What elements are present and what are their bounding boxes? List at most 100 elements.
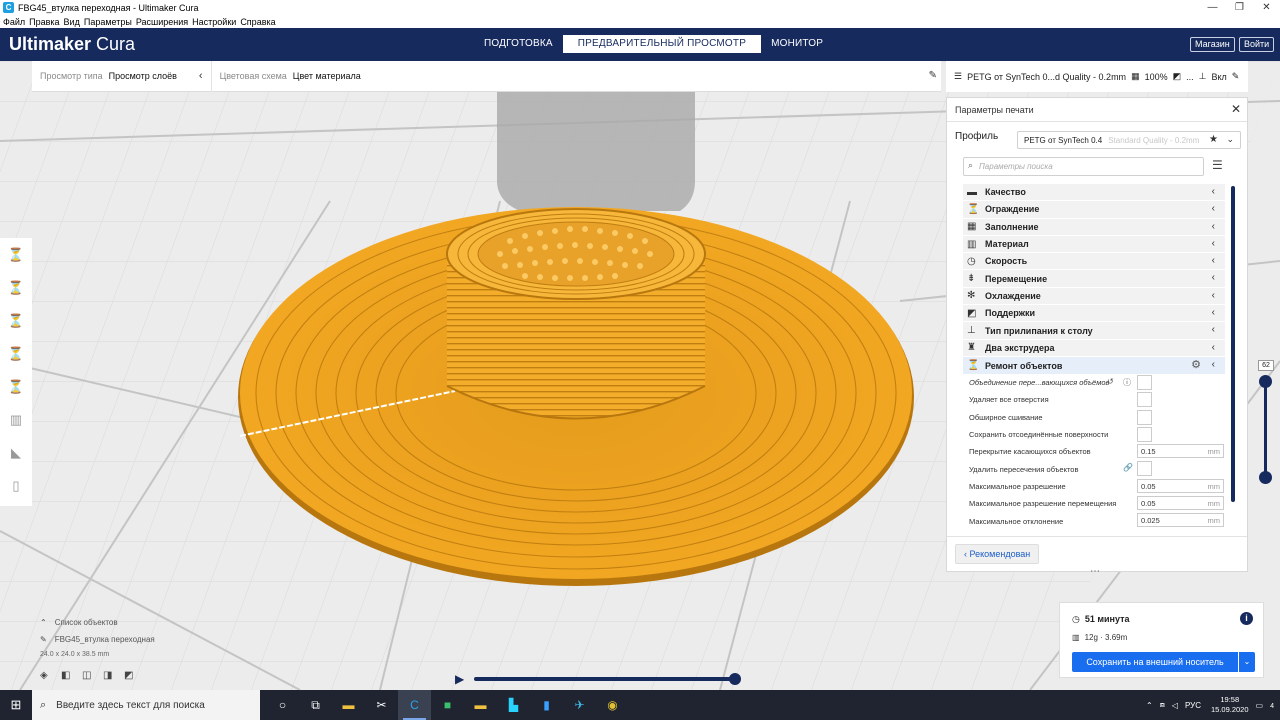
menu-settings[interactable]: Параметры: [84, 17, 132, 27]
setting-checkbox[interactable]: [1137, 375, 1152, 390]
clock[interactable]: 19:58 15.09.2020: [1211, 695, 1249, 715]
info-icon[interactable]: i: [1240, 612, 1253, 625]
category-support[interactable]: ◩ Поддержки ‹: [963, 305, 1225, 323]
profile-dropdown[interactable]: PETG от SynTech 0.4 Standard Quality - 0.…: [1017, 131, 1241, 149]
app-chart-icon[interactable]: ▙: [497, 690, 530, 720]
layer-slider-upper-handle[interactable]: [1259, 375, 1272, 388]
layflat-icon[interactable]: ▥: [0, 403, 32, 436]
setting-number-input[interactable]: 0.15 mm: [1137, 444, 1224, 459]
settings-scrollbar[interactable]: [1231, 186, 1235, 502]
resize-handle-icon[interactable]: ⋯: [1090, 566, 1101, 577]
setting-checkbox[interactable]: [1137, 461, 1152, 477]
view-3d-icon[interactable]: ⏳: [0, 238, 32, 271]
menu-extensions[interactable]: Расширения: [136, 17, 188, 27]
recommended-mode-button[interactable]: ‹ Рекомендован: [955, 544, 1040, 564]
menu-file[interactable]: Файл: [3, 17, 25, 27]
view-top-cube-icon[interactable]: ◫: [82, 670, 103, 681]
marketplace-button[interactable]: Магазин: [1190, 37, 1235, 52]
menu-help[interactable]: Справка: [240, 17, 275, 27]
setting-checkbox[interactable]: [1137, 392, 1152, 408]
reset-icon[interactable]: ↺: [1107, 377, 1114, 386]
close-window-button[interactable]: ✕: [1253, 0, 1280, 15]
close-icon[interactable]: ✕: [1231, 102, 1241, 116]
language-indicator[interactable]: РУС: [1185, 701, 1201, 710]
windows-start-icon[interactable]: ⊞: [0, 690, 32, 720]
menu-edit[interactable]: Правка: [29, 17, 59, 27]
object-name-row[interactable]: ✎ FBG45_втулка переходная: [40, 631, 155, 648]
chevron-left-icon: ‹: [1211, 341, 1215, 353]
view-front-cube-icon[interactable]: ◧: [61, 670, 82, 681]
multitask-icon[interactable]: ⧉: [299, 690, 332, 720]
view-type-select[interactable]: Просмотр слоёв: [109, 71, 177, 81]
volume-icon[interactable]: ◁: [1172, 701, 1178, 710]
task-view-icon[interactable]: ○: [266, 690, 299, 720]
setting-checkbox[interactable]: [1137, 409, 1152, 425]
category-quality[interactable]: ▬ Качество ‹: [963, 184, 1225, 202]
maximize-button[interactable]: ❐: [1226, 0, 1253, 15]
link-icon[interactable]: 🔗: [1123, 463, 1133, 472]
file-explorer-icon[interactable]: ▬: [332, 690, 365, 720]
save-to-removable-drive-button[interactable]: Сохранить на внешний носитель: [1072, 652, 1238, 672]
view-left-icon[interactable]: ⏳: [0, 337, 32, 370]
stage-monitor[interactable]: МОНИТОР: [761, 35, 833, 53]
category-travel[interactable]: ⇟ Перемещение ‹: [963, 270, 1225, 288]
setting-number-input[interactable]: 0.05 mm: [1137, 478, 1224, 493]
menu-view[interactable]: Вид: [64, 17, 80, 27]
app-green-icon[interactable]: ■: [431, 690, 464, 720]
notification-icon[interactable]: ▭ 4: [1256, 701, 1274, 710]
category-cooling[interactable]: ✻ Охлаждение ‹: [963, 287, 1225, 306]
pencil-icon[interactable]: ✎: [929, 70, 937, 81]
stage-prepare[interactable]: ПОДГОТОВКА: [474, 35, 563, 53]
print-setup-selector[interactable]: ☰ PETG от SynTech 0...d Quality - 0.2mm …: [946, 61, 1248, 92]
support-blocker-icon[interactable]: ◣: [0, 436, 32, 469]
telegram-icon[interactable]: ✈: [563, 690, 596, 720]
category-speed[interactable]: ◷ Скорость ‹: [963, 253, 1225, 271]
taskbar-search-input[interactable]: ⌕ Введите здесь текст для поиска: [32, 690, 260, 720]
color-scheme-label: Цветовая схема: [219, 71, 287, 81]
signin-button[interactable]: Войти: [1239, 37, 1275, 52]
category-adhesion[interactable]: ⊥ Тип прилипания к столу ‹: [963, 322, 1225, 340]
path-slider-handle[interactable]: [729, 673, 741, 685]
color-scheme-select[interactable]: Цвет материала: [293, 71, 361, 81]
app-tool-icon[interactable]: ✂: [365, 690, 398, 720]
network-icon[interactable]: ⧈: [1160, 700, 1165, 710]
view-front-icon[interactable]: ⏳: [0, 271, 32, 304]
category-shell[interactable]: ⏳ Ограждение ‹: [963, 201, 1225, 219]
cura-taskbar-icon[interactable]: C: [398, 690, 431, 720]
layer-slider-track[interactable]: [1264, 380, 1267, 478]
setting-number-input[interactable]: 0.05 mm: [1137, 496, 1224, 511]
layer-number-input[interactable]: 62: [1258, 360, 1274, 371]
app-folder-icon[interactable]: ▬: [464, 690, 497, 720]
view-right-icon[interactable]: ⏳: [0, 370, 32, 403]
view-right-cube-icon[interactable]: ◩: [124, 670, 145, 681]
info-icon[interactable]: ⓘ: [1123, 377, 1131, 388]
category-dual-extruder[interactable]: ♜ Два экструдера ‹: [963, 339, 1225, 357]
view-left-cube-icon[interactable]: ◨: [103, 670, 124, 681]
chrome-icon[interactable]: ◉: [596, 690, 629, 720]
settings-visibility-menu-icon[interactable]: ☰: [1212, 158, 1223, 172]
settings-search-input[interactable]: ⌕ Параметры поиска: [963, 157, 1204, 176]
mesh-tools-icon[interactable]: ▯: [0, 469, 32, 502]
setting-number-input[interactable]: 0.025 mm: [1137, 513, 1224, 528]
setting-checkbox[interactable]: [1137, 426, 1152, 442]
play-icon[interactable]: ▶: [455, 672, 464, 686]
layer-slider-lower-handle[interactable]: [1259, 471, 1272, 484]
star-icon[interactable]: ★: [1209, 134, 1218, 145]
object-list-toggle[interactable]: ⌃ Список объектов: [40, 614, 155, 631]
app-notes-icon[interactable]: ▮: [530, 690, 563, 720]
pencil-icon[interactable]: ✎: [1232, 71, 1240, 82]
path-slider-track[interactable]: [474, 677, 736, 681]
tray-up-icon[interactable]: ⌃: [1146, 701, 1153, 710]
category-material[interactable]: ▥ Материал ‹: [963, 235, 1225, 254]
minimize-button[interactable]: —: [1199, 0, 1226, 15]
category-mesh-fixes[interactable]: ⏳ Ремонт объектов ⚙ ‹: [963, 356, 1225, 375]
category-infill[interactable]: ▦ Заполнение ‹: [963, 218, 1225, 236]
view-3d-cube-icon[interactable]: ◈: [40, 670, 61, 681]
chevron-down-icon[interactable]: ⌄: [1239, 652, 1255, 672]
chevron-left-icon[interactable]: ‹: [199, 70, 203, 82]
adhesion-icon: ⊥: [1198, 71, 1207, 81]
menu-preferences[interactable]: Настройки: [192, 17, 236, 27]
stage-preview[interactable]: ПРЕДВАРИТЕЛЬНЫЙ ПРОСМОТР: [562, 35, 762, 53]
gear-icon[interactable]: ⚙: [1191, 358, 1201, 371]
view-top-icon[interactable]: ⏳: [0, 304, 32, 337]
